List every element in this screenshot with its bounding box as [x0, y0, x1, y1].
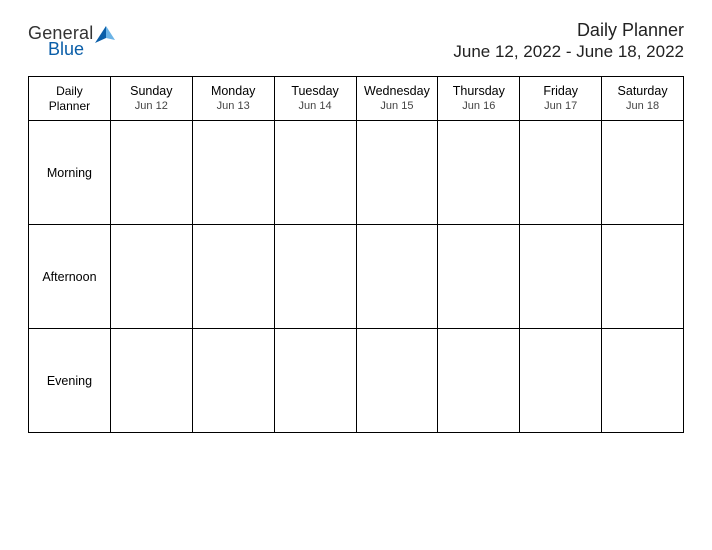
title-block: Daily Planner June 12, 2022 - June 18, 2… [453, 20, 684, 62]
day-header-wednesday: Wednesday Jun 15 [356, 77, 438, 121]
cell[interactable] [356, 121, 438, 225]
cell[interactable] [110, 121, 192, 225]
corner-line1: Daily [31, 84, 108, 99]
triangle-icon [95, 26, 115, 49]
cell[interactable] [438, 121, 520, 225]
day-name: Saturday [604, 83, 681, 99]
cell[interactable] [356, 225, 438, 329]
cell[interactable] [192, 121, 274, 225]
day-header-tuesday: Tuesday Jun 14 [274, 77, 356, 121]
row-label-evening: Evening [29, 329, 111, 433]
cell[interactable] [274, 329, 356, 433]
day-date: Jun 13 [195, 99, 272, 113]
day-header-sunday: Sunday Jun 12 [110, 77, 192, 121]
logo-text: General Blue [28, 24, 93, 58]
day-name: Sunday [113, 83, 190, 99]
cell[interactable] [438, 329, 520, 433]
cell[interactable] [602, 329, 684, 433]
corner-header: Daily Planner [29, 77, 111, 121]
cell[interactable] [192, 329, 274, 433]
cell[interactable] [602, 121, 684, 225]
day-name: Friday [522, 83, 599, 99]
day-date: Jun 16 [440, 99, 517, 113]
row-morning: Morning [29, 121, 684, 225]
header: General Blue Daily Planner June 12, 2022… [28, 20, 684, 62]
cell[interactable] [192, 225, 274, 329]
day-name: Wednesday [359, 83, 436, 99]
cell[interactable] [602, 225, 684, 329]
day-name: Monday [195, 83, 272, 99]
cell[interactable] [520, 121, 602, 225]
cell[interactable] [356, 329, 438, 433]
day-header-thursday: Thursday Jun 16 [438, 77, 520, 121]
day-header-friday: Friday Jun 17 [520, 77, 602, 121]
row-afternoon: Afternoon [29, 225, 684, 329]
day-name: Thursday [440, 83, 517, 99]
logo: General Blue [28, 20, 115, 58]
day-header-saturday: Saturday Jun 18 [602, 77, 684, 121]
cell[interactable] [110, 329, 192, 433]
logo-word-blue: Blue [48, 40, 93, 58]
day-date: Jun 14 [277, 99, 354, 113]
page-title: Daily Planner [453, 20, 684, 41]
day-date: Jun 12 [113, 99, 190, 113]
row-label-morning: Morning [29, 121, 111, 225]
cell[interactable] [520, 225, 602, 329]
cell[interactable] [274, 121, 356, 225]
corner-line2: Planner [31, 99, 108, 114]
day-date: Jun 15 [359, 99, 436, 113]
cell[interactable] [520, 329, 602, 433]
cell[interactable] [438, 225, 520, 329]
day-date: Jun 17 [522, 99, 599, 113]
row-evening: Evening [29, 329, 684, 433]
date-range: June 12, 2022 - June 18, 2022 [453, 42, 684, 62]
row-label-afternoon: Afternoon [29, 225, 111, 329]
cell[interactable] [274, 225, 356, 329]
header-row: Daily Planner Sunday Jun 12 Monday Jun 1… [29, 77, 684, 121]
cell[interactable] [110, 225, 192, 329]
day-header-monday: Monday Jun 13 [192, 77, 274, 121]
day-name: Tuesday [277, 83, 354, 99]
planner-table: Daily Planner Sunday Jun 12 Monday Jun 1… [28, 76, 684, 433]
day-date: Jun 18 [604, 99, 681, 113]
